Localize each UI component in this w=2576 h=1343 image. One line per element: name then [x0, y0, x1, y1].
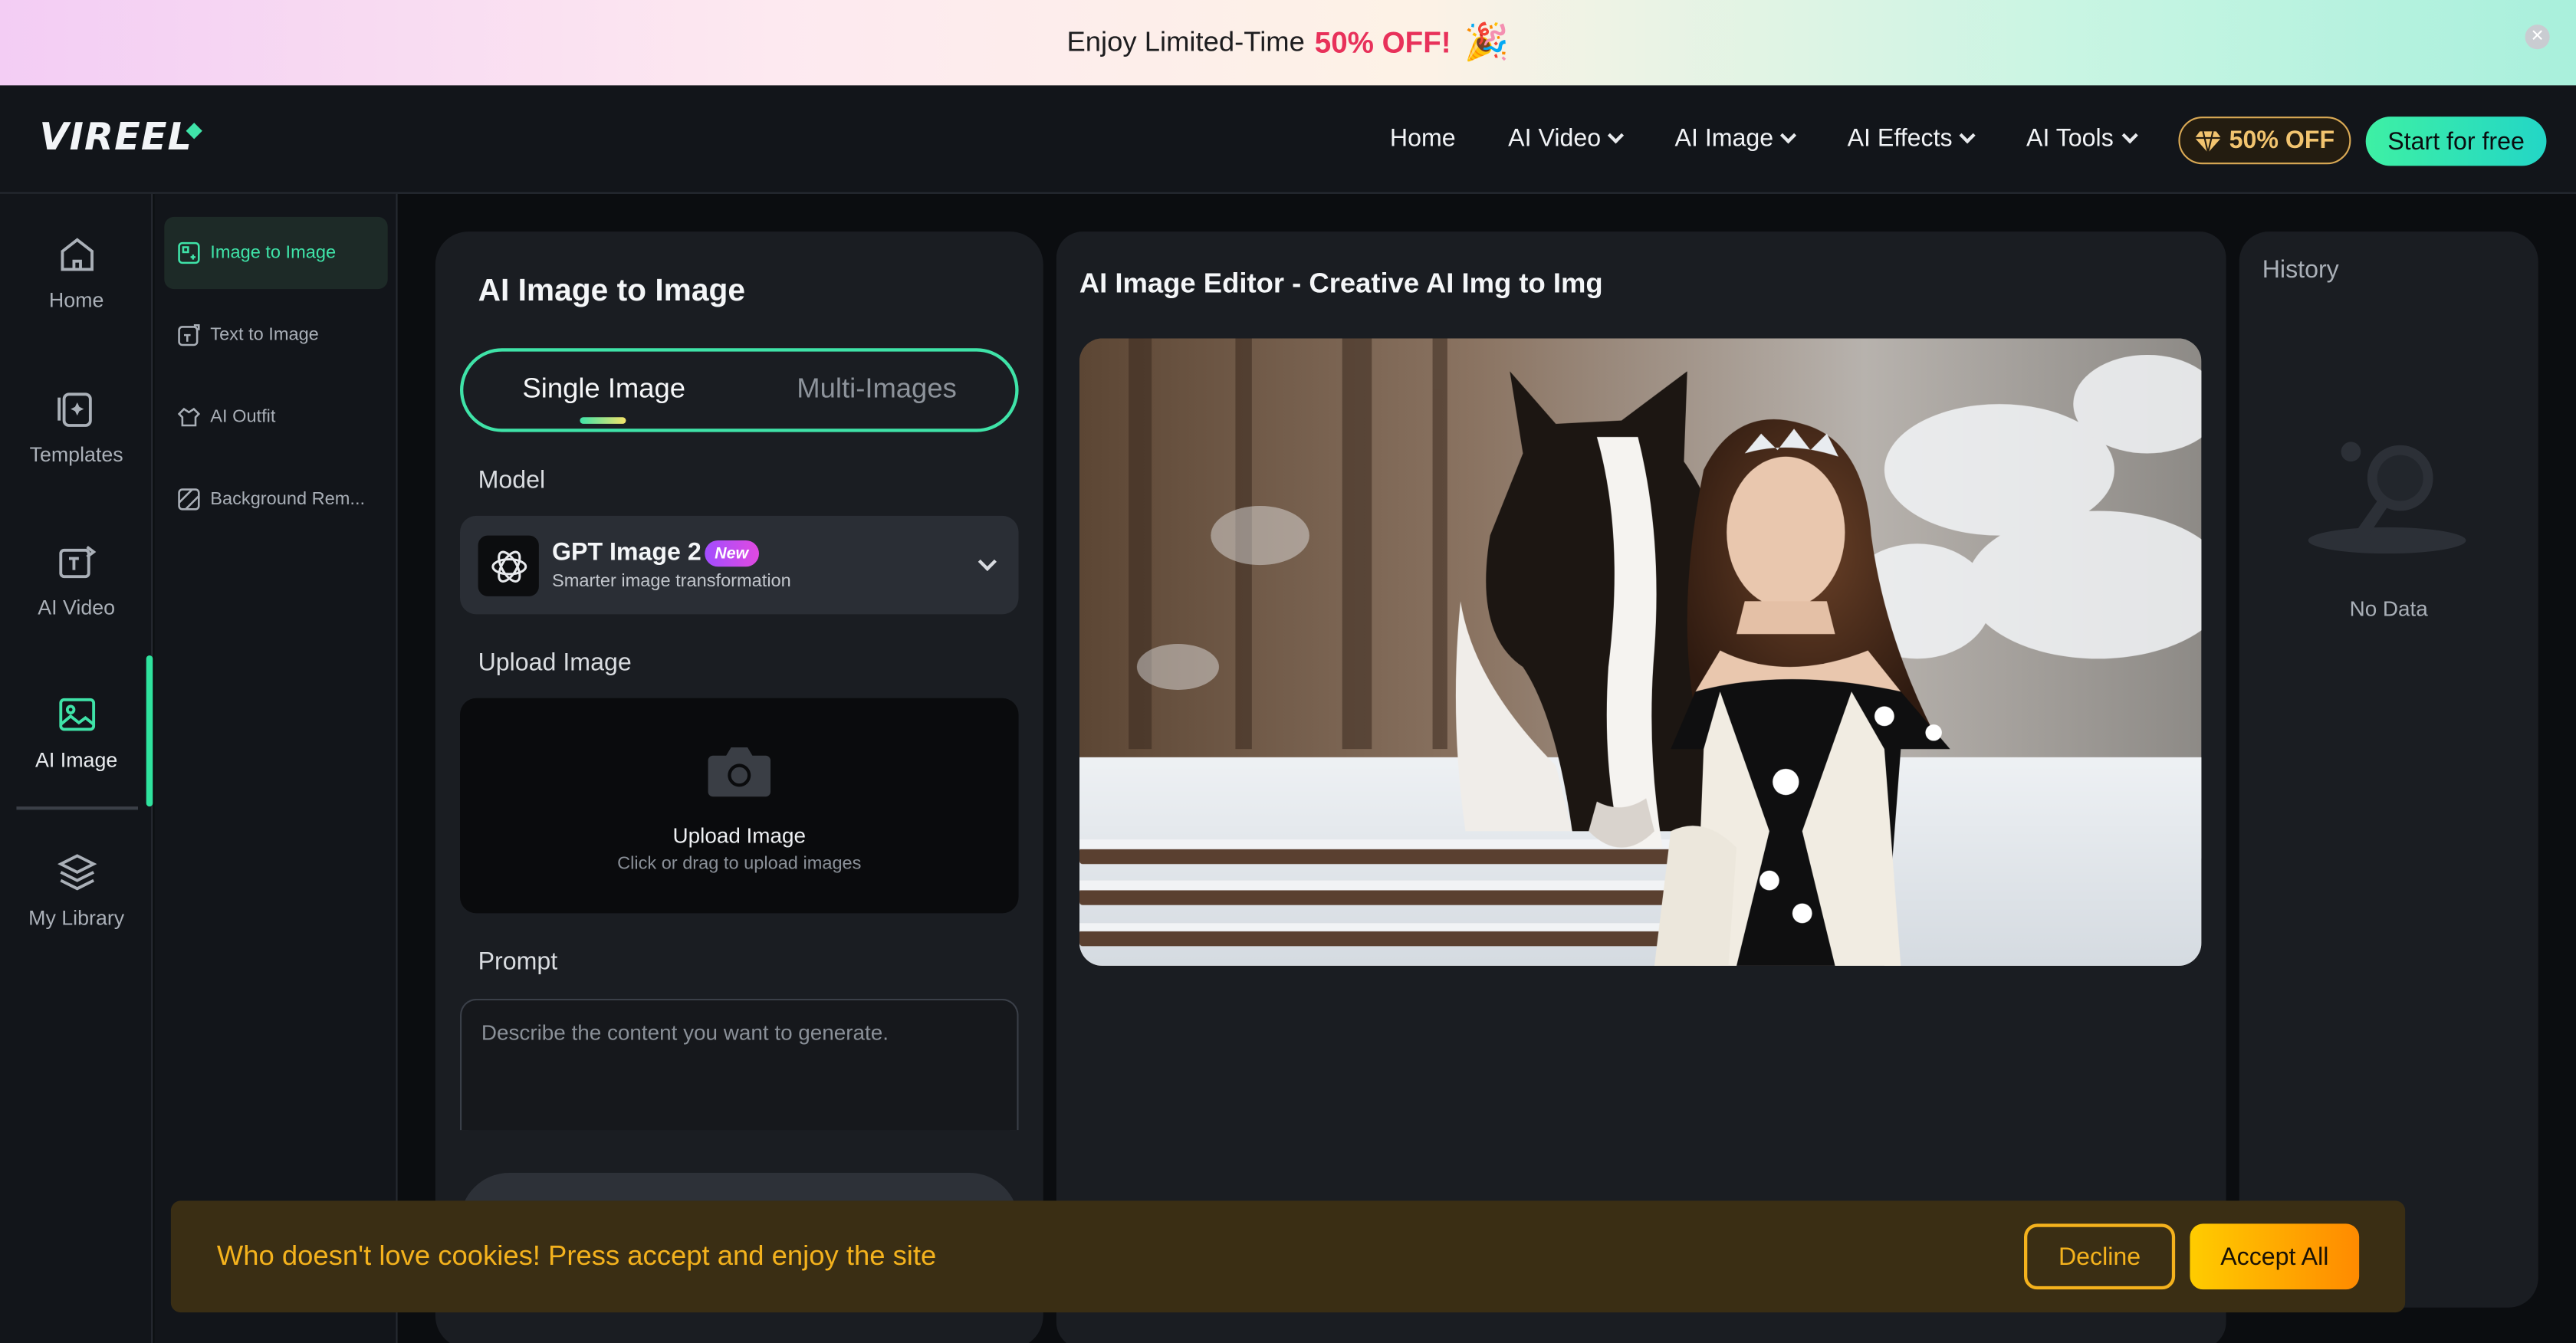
background-remove-icon: [178, 488, 200, 511]
rail-item-templates[interactable]: Templates: [0, 388, 153, 467]
no-data-text: No Data: [2349, 596, 2428, 621]
openai-logo-icon: [478, 535, 539, 596]
chevron-down-icon: [1960, 126, 1976, 143]
rail-label: My Library: [28, 906, 125, 930]
model-label: Model: [478, 466, 546, 494]
mode-toggle: Single Image Multi-Images: [460, 348, 1019, 432]
templates-icon: [57, 392, 91, 427]
app-root: Enjoy Limited-Time 50% OFF! 🎉 ✕ VIREEL◆ …: [0, 0, 2576, 1343]
upload-title: Upload Image: [672, 823, 807, 848]
upload-hint: Click or drag to upload images: [617, 854, 862, 874]
party-popper-icon: 🎉: [1464, 21, 1510, 63]
chevron-down-icon: [978, 552, 997, 571]
discount-label: 50% OFF: [2229, 126, 2335, 155]
preview-image: [1079, 338, 2202, 966]
image-to-image-icon: [178, 241, 200, 264]
rail-item-home[interactable]: Home: [0, 233, 153, 312]
rail-item-ai-video[interactable]: AI Video: [0, 540, 153, 619]
upload-dropzone[interactable]: Upload Image Click or drag to upload ima…: [460, 698, 1019, 914]
main-nav: Home AI Video AI Image AI Effects AI Too…: [1390, 85, 2187, 190]
nav-label: AI Tools: [2026, 123, 2114, 153]
image-editor: AI Image Editor - Creative AI Img to Img: [1056, 231, 2226, 1343]
new-badge: New: [705, 540, 759, 567]
subnav-label: AI Outfit: [210, 407, 276, 428]
upload-label: Upload Image: [478, 649, 632, 677]
prompt-label: Prompt: [478, 947, 558, 976]
rail-label: AI Video: [38, 596, 116, 619]
nav-label: AI Video: [1508, 123, 1602, 153]
nav-ai-image[interactable]: AI Image: [1674, 123, 1798, 153]
logo[interactable]: VIREEL◆: [39, 117, 209, 159]
home-icon: [60, 238, 93, 271]
rail-label: AI Image: [35, 749, 118, 773]
nav-label: AI Effects: [1847, 123, 1953, 153]
panel-title: AI Image to Image: [478, 274, 746, 309]
model-select[interactable]: GPT Image 2 New Smarter image transforma…: [460, 515, 1019, 615]
promo-highlight: 50% OFF!: [1314, 25, 1451, 59]
outfit-icon: [177, 407, 201, 427]
active-tab-indicator: [580, 417, 626, 424]
tab-multi-images[interactable]: Multi-Images: [797, 373, 957, 406]
history-title: History: [2262, 256, 2339, 284]
chevron-down-icon: [1780, 126, 1798, 143]
nav-label: AI Image: [1674, 123, 1774, 153]
decline-button[interactable]: Decline: [2024, 1223, 2176, 1290]
nav-ai-effects[interactable]: AI Effects: [1847, 123, 1976, 153]
promo-text: Enjoy Limited-Time: [1066, 26, 1305, 57]
logo-text: VIREEL: [39, 117, 193, 159]
editor-title: AI Image Editor - Creative AI Img to Img: [1079, 268, 1603, 299]
left-rail: Home Templates AI Video AI Image My Libr…: [0, 193, 153, 1343]
rail-divider: [16, 806, 138, 810]
rail-active-indicator: [146, 655, 153, 807]
nav-ai-tools[interactable]: AI Tools: [2026, 123, 2137, 153]
accept-all-button[interactable]: Accept All: [2190, 1223, 2360, 1290]
top-header: VIREEL◆ Home AI Video AI Image AI Effect…: [0, 85, 2576, 194]
close-icon[interactable]: ✕: [2525, 25, 2550, 50]
library-icon: [56, 854, 97, 891]
promo-banner[interactable]: Enjoy Limited-Time 50% OFF! 🎉 ✕: [0, 0, 2576, 86]
text-to-image-icon: [178, 323, 200, 346]
start-for-free-button[interactable]: Start for free: [2365, 117, 2547, 166]
diamond-icon: [2194, 130, 2221, 153]
image-to-image-panel: AI Image to Image Single Image Multi-Ima…: [435, 231, 1043, 1343]
nav-home[interactable]: Home: [1390, 124, 1456, 152]
camera-icon: [708, 747, 770, 797]
rail-label: Home: [48, 289, 104, 313]
subnav-label: Text to Image: [210, 325, 319, 345]
subnav-item-background-remover[interactable]: Background Rem...: [164, 463, 387, 535]
cookie-message: Who doesn't love cookies! Press accept a…: [216, 1240, 937, 1272]
subnav-item-text-to-image[interactable]: Text to Image: [164, 299, 387, 371]
rail-item-ai-image[interactable]: AI Image: [0, 693, 153, 772]
subnav-item-ai-outfit[interactable]: AI Outfit: [164, 381, 387, 453]
subnav-label: Background Rem...: [210, 489, 366, 510]
subnav-label: Image to Image: [210, 243, 337, 263]
prompt-input[interactable]: Describe the content you want to generat…: [460, 998, 1019, 1131]
cookie-banner: Who doesn't love cookies! Press accept a…: [170, 1200, 2406, 1313]
chevron-down-icon: [1608, 126, 1625, 143]
discount-button[interactable]: 50% OFF: [2178, 117, 2351, 165]
model-description: Smarter image transformation: [552, 571, 791, 592]
nav-ai-video[interactable]: AI Video: [1508, 123, 1625, 153]
leaf-icon: ◆: [186, 118, 203, 143]
history-panel: History No Data: [2239, 231, 2538, 1308]
sub-nav: Image to Image Text to Image AI Outfit B…: [154, 193, 398, 1343]
ai-image-icon: [58, 698, 94, 731]
nav-label: Home: [1389, 123, 1456, 153]
ai-video-icon: [58, 546, 96, 579]
model-name: GPT Image 2: [552, 538, 702, 567]
subnav-item-image-to-image[interactable]: Image to Image: [164, 216, 388, 290]
rail-label: Templates: [29, 443, 123, 467]
chevron-down-icon: [2121, 126, 2137, 143]
tab-single-image[interactable]: Single Image: [522, 373, 685, 406]
rail-item-my-library[interactable]: My Library: [0, 851, 153, 930]
no-data-illustration: [2308, 442, 2466, 554]
